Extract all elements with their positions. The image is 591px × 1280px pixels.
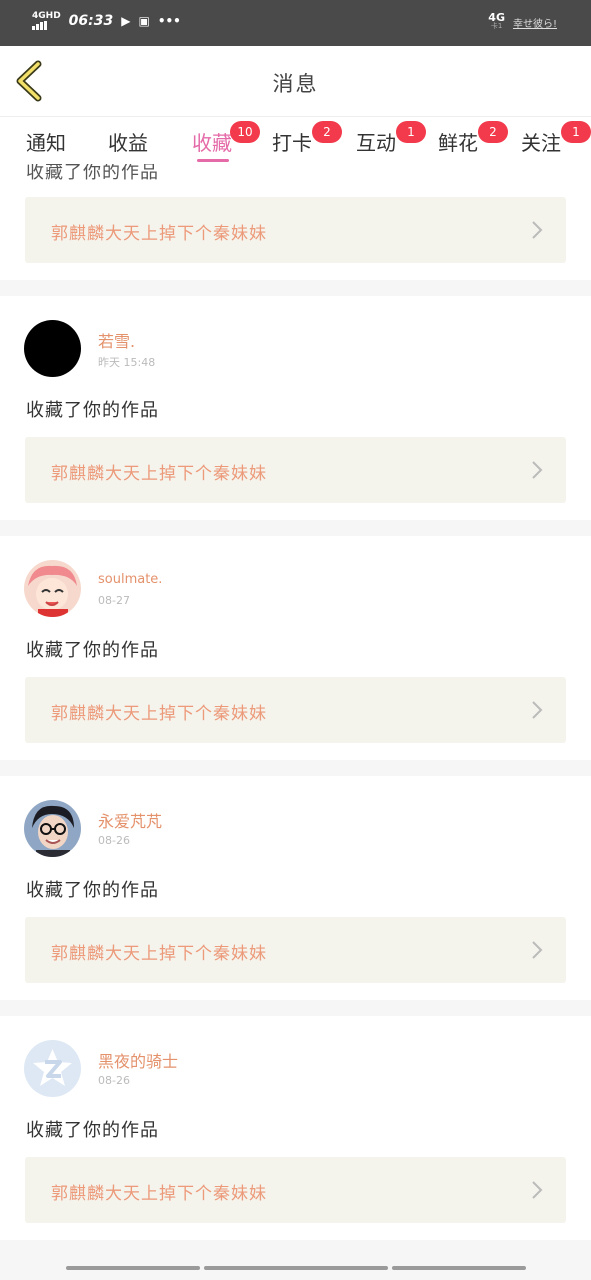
action-text: 收藏了你的作品 <box>26 880 159 901</box>
tab-earnings[interactable]: 收益 <box>108 127 148 156</box>
avatar[interactable] <box>24 560 81 617</box>
active-tab-indicator <box>197 159 229 162</box>
tab-badge: 10 <box>230 121 260 143</box>
avatar[interactable] <box>24 320 81 377</box>
tab-checkin[interactable]: 打卡 2 <box>272 121 342 156</box>
timestamp: 昨天 15:48 <box>98 356 156 369</box>
signal-label: 4G <box>488 11 505 24</box>
video-icon: ▶ <box>121 14 131 28</box>
timestamp: 08-27 <box>98 594 130 607</box>
gesture-bar <box>66 1266 526 1270</box>
user-name[interactable]: 永爱芃芃 <box>98 808 162 832</box>
action-text: 收藏了你的作品 <box>26 640 159 661</box>
tab-badge: 2 <box>478 121 508 143</box>
chevron-right-icon <box>532 701 543 719</box>
status-text: 幸せ彼ら! <box>512 18 557 30</box>
iqiyi-icon: ▣ <box>138 14 150 28</box>
chevron-right-icon <box>532 221 543 239</box>
avatar[interactable] <box>24 800 81 857</box>
tab-badge: 1 <box>396 121 426 143</box>
clock: 06:33 <box>68 13 114 29</box>
work-card[interactable]: 郭麒麟大天上掉下个秦妹妹 <box>25 437 566 503</box>
list-item: 若雪. 昨天 15:48 收藏了你的作品 郭麒麟大天上掉下个秦妹妹 <box>0 296 591 520</box>
header: 消息 <box>0 46 591 116</box>
action-text: 收藏了你的作品 <box>26 164 159 183</box>
action-text: 收藏了你的作品 <box>26 1120 159 1141</box>
tab-flowers[interactable]: 鲜花 2 <box>438 121 508 156</box>
list-item: 永爱芃芃 08-26 收藏了你的作品 郭麒麟大天上掉下个秦妹妹 <box>0 776 591 1000</box>
tab-interaction[interactable]: 互动 1 <box>356 121 426 156</box>
work-title: 郭麒麟大天上掉下个秦妹妹 <box>51 1184 267 1204</box>
work-title: 郭麒麟大天上掉下个秦妹妹 <box>51 704 267 724</box>
user-name[interactable]: 黑夜的骑士 <box>98 1048 178 1072</box>
tab-favorites[interactable]: 收藏 10 <box>192 121 260 156</box>
work-title: 郭麒麟大天上掉下个秦妹妹 <box>51 224 267 244</box>
work-card[interactable]: 郭麒麟大天上掉下个秦妹妹 <box>25 1157 566 1223</box>
tab-badge: 2 <box>312 121 342 143</box>
sim-label: 卡1 <box>490 22 503 30</box>
chevron-right-icon <box>532 941 543 959</box>
more-dots-icon: ••• <box>157 14 181 28</box>
tab-badge: 1 <box>561 121 591 143</box>
avatar[interactable] <box>24 1040 81 1097</box>
page-title: 消息 <box>272 72 319 96</box>
work-card[interactable]: 郭麒麟大天上掉下个秦妹妹 <box>25 197 566 263</box>
tab-follow[interactable]: 关注 1 <box>521 121 591 156</box>
tab-bar: 通知 收益 收藏 10 打卡 2 互动 1 鲜花 2 关注 1 <box>0 116 591 164</box>
user-name[interactable]: soulmate. <box>98 572 162 587</box>
timestamp: 08-26 <box>98 834 130 847</box>
network-indicator: 4GHD <box>32 12 61 30</box>
status-bar: 4GHD 06:33 ▶ ▣ ••• 4G 卡1 幸せ彼ら! <box>0 0 591 46</box>
list-item: 黑夜的骑士 08-26 收藏了你的作品 郭麒麟大天上掉下个秦妹妹 <box>0 1016 591 1240</box>
tab-notice[interactable]: 通知 <box>26 127 66 156</box>
chevron-right-icon <box>532 461 543 479</box>
work-title: 郭麒麟大天上掉下个秦妹妹 <box>51 464 267 484</box>
action-text: 收藏了你的作品 <box>26 400 159 421</box>
chevron-right-icon <box>532 1181 543 1199</box>
user-name[interactable]: 若雪. <box>98 328 135 352</box>
list-item: 收藏了你的作品 郭麒麟大天上掉下个秦妹妹 <box>0 164 591 280</box>
work-title: 郭麒麟大天上掉下个秦妹妹 <box>51 944 267 964</box>
work-card[interactable]: 郭麒麟大天上掉下个秦妹妹 <box>25 677 566 743</box>
work-card[interactable]: 郭麒麟大天上掉下个秦妹妹 <box>25 917 566 983</box>
timestamp: 08-26 <box>98 1074 130 1087</box>
list-item: soulmate. 08-27 收藏了你的作品 郭麒麟大天上掉下个秦妹妹 <box>0 536 591 760</box>
